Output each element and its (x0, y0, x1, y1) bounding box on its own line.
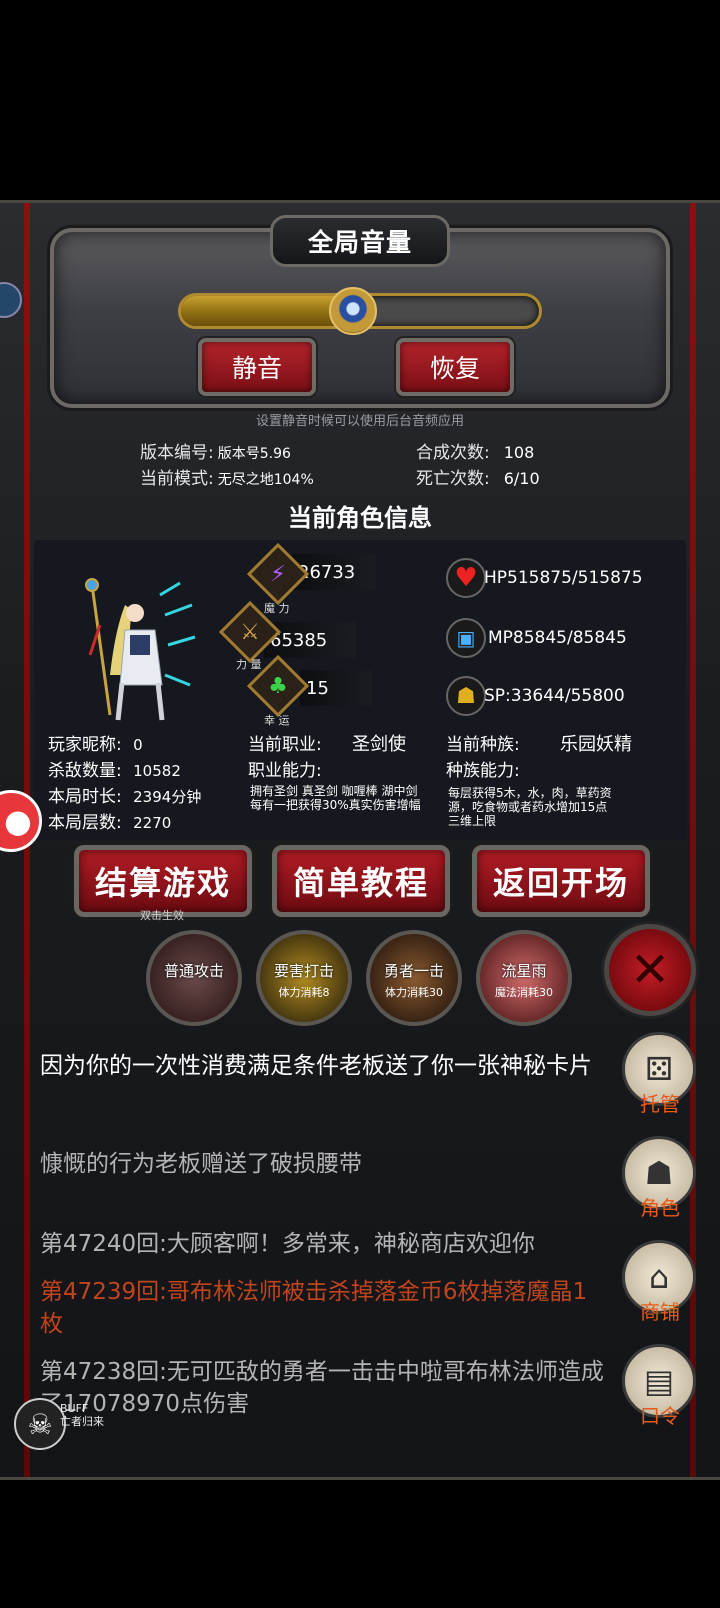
tutorial-button[interactable]: 简单教程 (272, 845, 450, 917)
skill-normal-attack[interactable]: 普通攻击 (146, 930, 242, 1026)
nickname-label: 玩家昵称: (48, 735, 122, 755)
mode-stat: 当前模式: 无尽之地104% (140, 464, 314, 489)
power-value: 65385 (264, 622, 356, 658)
skill-name: 流星雨 (501, 962, 547, 980)
return-start-button[interactable]: 返回开场 (472, 845, 650, 917)
floors-row: 本局层数: 2270 (48, 808, 171, 833)
close-icon[interactable]: ✕ (604, 924, 696, 1016)
side-label-character[interactable]: 角色 (628, 1192, 692, 1221)
mute-button[interactable]: 静音 (198, 338, 316, 396)
race-ability-text: 每层获得5木，水，肉，草药资源，吃食物或者药水增加15点三维上限 (448, 786, 612, 828)
mode-label: 当前模式: (140, 469, 214, 489)
buff-name: 亡者归来 (60, 1415, 104, 1428)
side-label-code[interactable]: 口令 (628, 1400, 692, 1429)
duration-label: 本局时长: (48, 787, 122, 807)
craft-stat: 合成次数: 108 (416, 438, 534, 463)
log-line: 因为你的一次性消费满足条件老板送了你一张神秘卡片 (40, 1053, 592, 1079)
mode-value: 无尽之地104% (217, 472, 314, 488)
job-ability-text: 拥有圣剑 真圣剑 咖喱棒 湖中剑每有一把获得30%真实伤害增幅 (250, 784, 421, 812)
buff-label: BUFF 亡者归来 (60, 1402, 104, 1428)
nickname-row: 玩家昵称: 0 (48, 730, 143, 755)
log-line: 第47239回:哥布林法师被击杀掉落金币6枚掉落魔晶1枚 (40, 1279, 588, 1337)
craft-value: 108 (503, 443, 535, 462)
log-line: 第47238回:无可匹敌的勇者一击击中啦哥布林法师造成了17078970点伤害 (40, 1359, 604, 1417)
mp-icon: ▣ (446, 618, 486, 658)
volume-hint: 设置静音时候可以使用后台音频应用 (255, 414, 464, 429)
job-value: 圣剑使 (352, 734, 406, 755)
floors-label: 本局层数: (48, 813, 122, 833)
mp-value: MP85845/85845 (488, 628, 627, 648)
race-label: 当前种族: (446, 735, 520, 755)
skill-hero-strike[interactable]: 勇者一击 体力消耗30 (366, 930, 462, 1026)
volume-knob-icon[interactable] (328, 287, 377, 335)
volume-slider-fill (181, 296, 353, 326)
job-label: 当前职业: (248, 735, 322, 755)
skill-name: 普通攻击 (163, 962, 224, 980)
side-label-auto[interactable]: 托管 (628, 1088, 692, 1117)
settle-double-tap-hint: 双击生效 (140, 909, 184, 922)
log-line: 第47240回:大顾客啊！多常来，神秘商店欢迎你 (40, 1231, 535, 1257)
skill-cost: 体力消耗8 (278, 986, 330, 999)
luck-caption: 幸 运 (264, 714, 290, 727)
strength-icon: ☗ (446, 676, 486, 716)
death-value: 6/10 (503, 469, 540, 488)
race-ability-label: 种族能力: (446, 761, 520, 781)
kills-label: 杀敌数量: (48, 761, 122, 781)
race-value: 乐园妖精 (560, 734, 632, 755)
skull-buff-icon[interactable]: ☠ (14, 1398, 66, 1450)
skill-cost: 体力消耗30 (385, 986, 443, 999)
nickname-value: 0 (133, 736, 143, 754)
skill-name: 勇者一击 (383, 962, 444, 980)
buff-title: BUFF (60, 1402, 89, 1415)
power-caption: 力 量 (236, 658, 262, 671)
hp-value: HP515875/515875 (484, 568, 643, 588)
restore-button[interactable]: 恢复 (396, 338, 514, 396)
duration-value: 2394分钟 (133, 788, 202, 806)
version-stat: 版本编号: 版本号5.96 (140, 438, 291, 463)
death-label: 死亡次数: (416, 469, 490, 489)
version-label: 版本编号: (140, 443, 214, 463)
log-line: 慷慨的行为老板赠送了破损腰带 (40, 1151, 362, 1177)
character-portrait (85, 578, 196, 721)
skill-vital-strike[interactable]: 要害打击 体力消耗8 (256, 930, 352, 1026)
version-value: 版本号5.96 (217, 446, 291, 462)
kills-row: 杀敌数量: 10582 (48, 756, 181, 781)
volume-title: 全局音量 (270, 215, 450, 267)
skill-meteor-shower[interactable]: 流星雨 魔法消耗30 (476, 930, 572, 1026)
floors-value: 2270 (133, 814, 172, 832)
heart-icon: ♥ (446, 558, 486, 598)
duration-row: 本局时长: 2394分钟 (48, 782, 201, 807)
sp-value: SP:33644/55800 (484, 686, 625, 706)
luck-value: 15 (300, 670, 372, 706)
character-section-title: 当前角色信息 (288, 504, 432, 532)
skill-cost: 魔法消耗30 (495, 986, 553, 999)
side-label-shop[interactable]: 商铺 (628, 1296, 692, 1325)
craft-label: 合成次数: (416, 443, 490, 463)
death-stat: 死亡次数: 6/10 (416, 464, 540, 489)
job-ability-label: 职业能力: (248, 761, 322, 781)
kills-value: 10582 (133, 762, 181, 780)
skill-name: 要害打击 (273, 962, 334, 980)
